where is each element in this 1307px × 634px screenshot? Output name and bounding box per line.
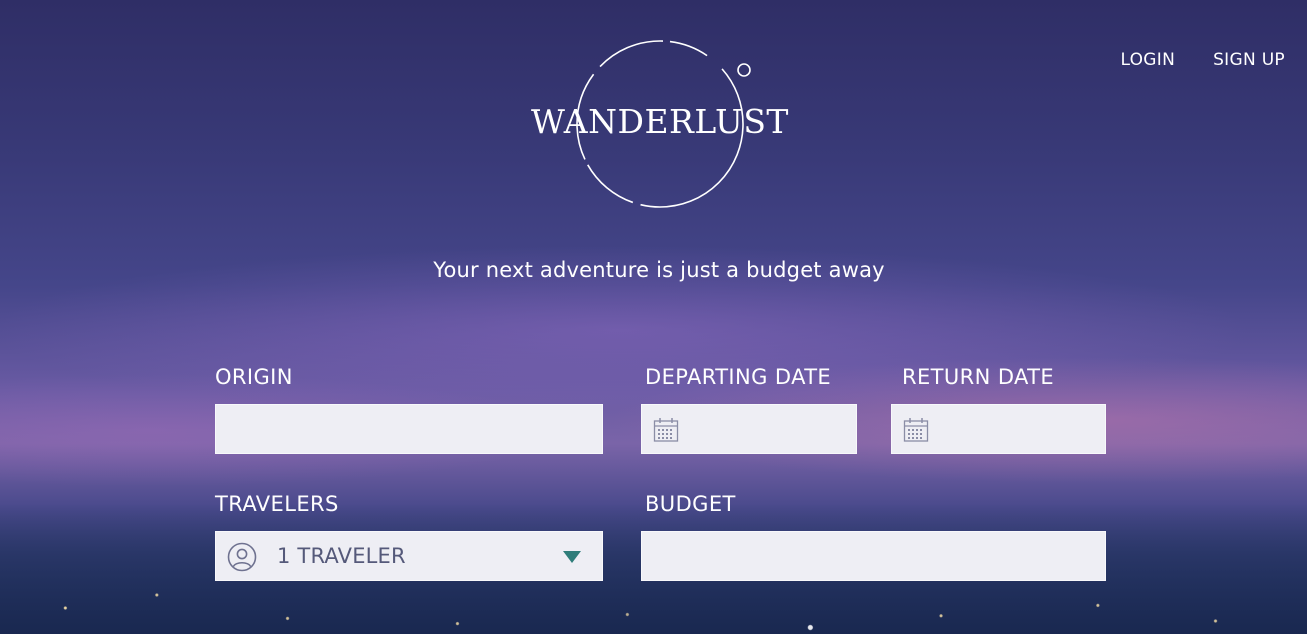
origin-label: ORIGIN <box>215 365 293 389</box>
return-date-label: RETURN DATE <box>902 365 1055 389</box>
calendar-icon[interactable] <box>653 417 679 443</box>
budget-field <box>641 531 1106 581</box>
top-nav: LOGIN SIGN UP <box>1120 50 1285 70</box>
caret-down-icon[interactable] <box>563 551 581 563</box>
origin-input[interactable] <box>216 405 602 453</box>
travelers-dropdown[interactable]: 1 TRAVELER <box>215 531 603 581</box>
travelers-selected-value: 1 TRAVELER <box>277 544 406 568</box>
tagline: Your next adventure is just a budget awa… <box>433 258 885 282</box>
logo-text: WANDERLUST <box>531 102 789 141</box>
budget-input[interactable] <box>642 532 1105 580</box>
logo-graphic: WANDERLUST <box>531 40 789 208</box>
person-icon <box>227 542 257 572</box>
hero-page: LOGIN SIGN UP WANDERLUST Your next adven… <box>0 0 1307 634</box>
signup-link[interactable]: SIGN UP <box>1213 50 1285 70</box>
login-link[interactable]: LOGIN <box>1120 50 1175 70</box>
departing-date-label: DEPARTING DATE <box>645 365 832 389</box>
return-date-field <box>891 404 1106 454</box>
departing-date-field <box>641 404 857 454</box>
calendar-icon[interactable] <box>903 417 929 443</box>
origin-field <box>215 404 603 454</box>
wanderlust-logo: WANDERLUST <box>525 36 795 214</box>
budget-label: BUDGET <box>645 492 736 516</box>
travelers-label: TRAVELERS <box>215 492 339 516</box>
